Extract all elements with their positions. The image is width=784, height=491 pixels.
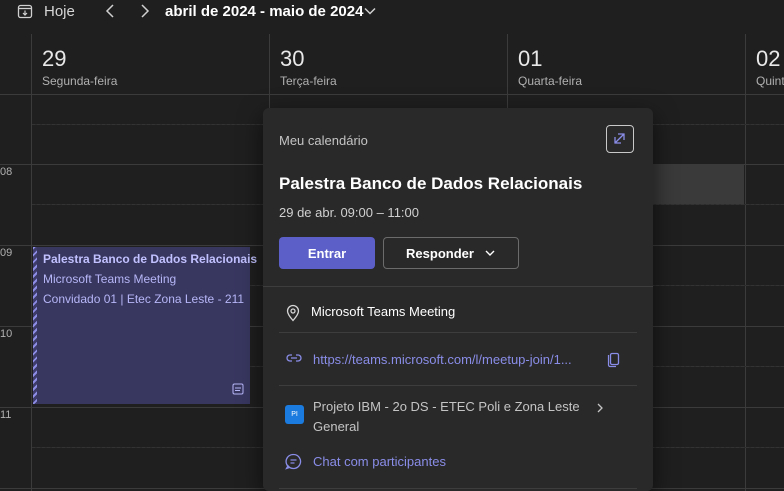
grid-divider <box>0 164 32 165</box>
calendar-toolbar: Hoje abril de 2024 - maio de 2024 <box>0 0 784 34</box>
grid-divider <box>0 245 32 246</box>
chevron-left-icon[interactable] <box>103 2 117 25</box>
respond-label: Responder <box>406 245 474 261</box>
team-name[interactable]: Projeto IBM - 2o DS - ETEC Poli e Zona L… <box>313 399 580 414</box>
day-name: Quarta-feira <box>518 74 583 88</box>
notes-icon <box>232 382 244 400</box>
join-label: Entrar <box>307 245 347 261</box>
divider <box>263 286 653 287</box>
day-number: 29 <box>42 46 67 71</box>
location-text: Microsoft Teams Meeting <box>311 304 456 319</box>
grid-divider <box>0 94 784 95</box>
day-number: 02 <box>756 46 781 71</box>
divider <box>279 385 637 386</box>
chat-with-participants-link[interactable]: Chat com participantes <box>313 454 446 469</box>
day-name: Segunda-feira <box>42 74 118 88</box>
grid-divider <box>745 34 746 491</box>
today-button[interactable]: Hoje <box>44 3 75 20</box>
grid-divider <box>0 407 32 408</box>
date-range-label[interactable]: abril de 2024 - maio de 2024 <box>165 3 363 20</box>
grid-divider <box>0 326 32 327</box>
grid-divider <box>31 34 32 491</box>
grid-divider <box>0 488 32 489</box>
expand-icon <box>614 133 625 144</box>
chat-icon <box>285 453 302 475</box>
chevron-right-icon[interactable] <box>596 401 604 419</box>
divider <box>279 488 637 489</box>
event-title: Palestra Banco de Dados Relacionais <box>43 252 258 266</box>
channel-name: General <box>313 419 360 434</box>
expand-button[interactable] <box>606 125 634 153</box>
chevron-right-icon[interactable] <box>138 2 152 25</box>
day-name: Terça-feira <box>280 74 337 88</box>
hour-label: 08 <box>0 166 13 178</box>
join-button[interactable]: Entrar <box>279 237 375 269</box>
team-avatar: PI <box>285 405 304 424</box>
hour-label: 11 <box>0 409 12 421</box>
day-name: Quinta-feira <box>756 74 784 88</box>
meeting-link[interactable]: https://teams.microsoft.com/l/meetup-joi… <box>313 352 572 367</box>
respond-button[interactable]: Responder <box>383 237 519 269</box>
link-icon <box>285 351 303 370</box>
copy-icon[interactable] <box>607 350 621 373</box>
event-time: 29 de abr. 09:00 – 11:00 <box>279 205 419 220</box>
day-number: 30 <box>280 46 305 71</box>
event-details-popup: Meu calendário Palestra Banco de Dados R… <box>263 108 653 491</box>
day-number: 01 <box>518 46 543 71</box>
chevron-down-icon[interactable] <box>363 4 377 23</box>
hour-label: 10 <box>0 328 13 340</box>
event-location: Microsoft Teams Meeting <box>43 272 177 286</box>
hour-label: 09 <box>0 247 13 259</box>
calendar-today-icon[interactable] <box>17 3 33 24</box>
popup-title: Palestra Banco de Dados Relacionais <box>279 174 583 193</box>
chevron-down-icon <box>485 250 495 256</box>
calendar-event[interactable]: Palestra Banco de Dados Relacionais Micr… <box>33 247 258 404</box>
event-organizer: Convidado 01 | Etec Zona Leste - 211 <box>43 292 245 306</box>
divider <box>279 332 637 333</box>
location-pin-icon <box>285 304 301 327</box>
calendar-name: Meu calendário <box>279 133 368 148</box>
